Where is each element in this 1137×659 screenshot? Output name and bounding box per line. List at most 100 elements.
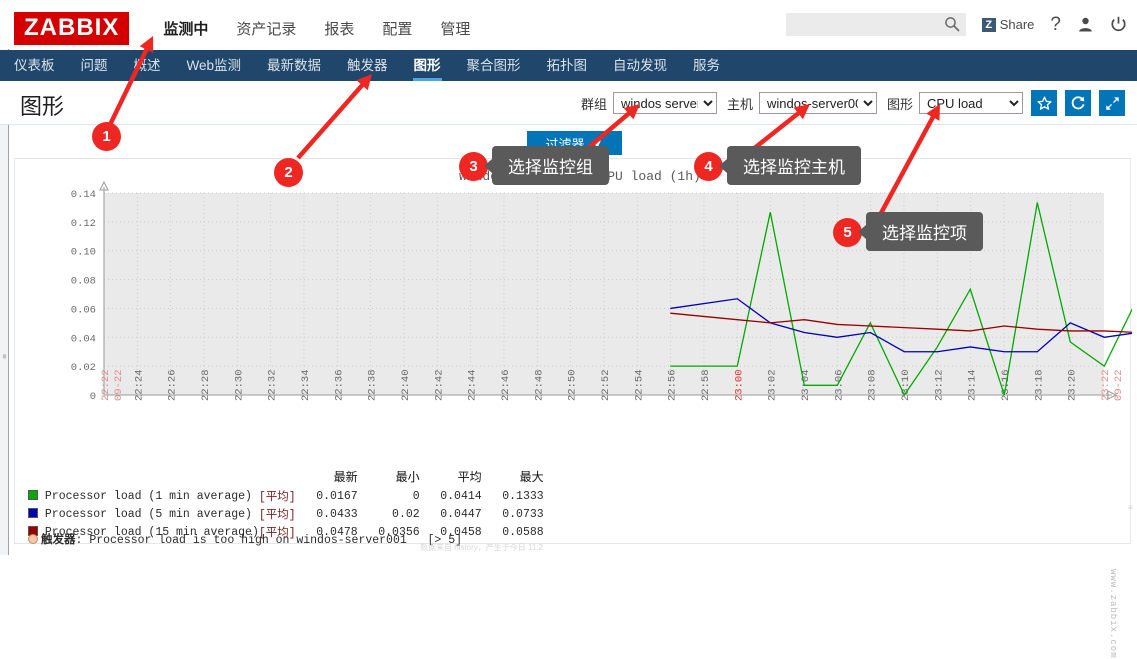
svg-text:0.08: 0.08 <box>71 276 96 288</box>
zabbix-logo[interactable]: ZABBIX <box>14 11 130 45</box>
subnav-item-problems[interactable]: 问题 <box>68 50 121 81</box>
trigger-dot-icon <box>28 534 38 544</box>
graph-selector-controls: 群组 windos server 主机 windos-server001 图形 … <box>571 90 1125 116</box>
svg-text:22:44: 22:44 <box>467 369 479 401</box>
host-select[interactable]: windos-server001 <box>758 92 877 114</box>
page-title: 图形 <box>20 94 65 119</box>
svg-text:22:42: 22:42 <box>433 369 445 401</box>
expand-fullscreen-icon[interactable] <box>1099 90 1125 116</box>
legend-header-min: 最小 <box>395 470 420 484</box>
svg-text:22:46: 22:46 <box>500 369 512 401</box>
legend-series-name-2: Processor load (5 min average) <box>44 507 252 521</box>
mainnav-item-reports[interactable]: 报表 <box>310 14 368 43</box>
left-strip-tiny-text: ≡≡ <box>1 354 7 358</box>
svg-text:22:38: 22:38 <box>367 369 379 401</box>
svg-text:22:30: 22:30 <box>233 369 245 401</box>
legend-max-3: 0.0588 <box>502 525 544 539</box>
subnav-item-latest-data[interactable]: 最新数据 <box>254 50 334 81</box>
main-navigation: 监测中 资产记录 报表 配置 管理 <box>149 14 484 43</box>
mainnav-item-configuration[interactable]: 配置 <box>368 14 426 43</box>
legend-spacer-name <box>28 468 259 488</box>
svg-text:0.12: 0.12 <box>71 218 96 230</box>
graph-select[interactable]: CPU load <box>919 92 1023 114</box>
svg-text:22:32: 22:32 <box>267 369 279 401</box>
annotation-callout-3: 选择监控组 <box>484 146 609 185</box>
legend-row: Processor load (1 min average) [平均] 0.01… <box>28 488 544 506</box>
legend-max-2: 0.0733 <box>502 507 544 521</box>
top-bar: ZABBIX 监测中 资产记录 报表 配置 管理 Z Share ? <box>0 7 1137 49</box>
legend-max-1: 0.1333 <box>502 489 544 503</box>
subnav-item-overview[interactable]: 概述 <box>121 50 174 81</box>
legend-header-max: 最大 <box>519 470 544 484</box>
annotation-badge-1: 1 <box>92 122 121 151</box>
svg-text:22:28: 22:28 <box>200 369 212 401</box>
page-header: 图形 群组 windos server 主机 windos-server001 … <box>0 81 1137 125</box>
search-container <box>785 13 966 36</box>
group-select[interactable]: windos server <box>612 92 717 114</box>
mainnav-item-administration[interactable]: 管理 <box>426 14 484 43</box>
svg-text:23:00: 23:00 <box>733 369 745 401</box>
subnav-item-maps[interactable]: 拓扑图 <box>534 50 601 81</box>
subnav-item-graphs[interactable]: 图形 <box>401 50 454 81</box>
annotation-callout-5: 选择监控项 <box>858 212 983 251</box>
svg-text:22:56: 22:56 <box>667 369 679 401</box>
subnav-item-dashboard[interactable]: 仪表板 <box>0 50 68 81</box>
vertical-scrollbar-thumb[interactable]: ≡ <box>1126 503 1135 529</box>
host-label: 主机 <box>726 96 753 112</box>
svg-text:0: 0 <box>90 391 96 403</box>
graph-label: 图形 <box>886 96 913 112</box>
subnav-item-triggers[interactable]: 触发器 <box>334 50 401 81</box>
legend-color-swatch-green <box>28 489 38 500</box>
legend-item-2: Processor load (5 min average) <box>28 506 259 524</box>
subnav-item-web[interactable]: Web监测 <box>174 50 255 81</box>
legend-last-1: 0.0167 <box>316 489 358 503</box>
trigger-text: Processor load is too high on windos-ser… <box>89 534 407 547</box>
share-label: Share <box>999 17 1035 32</box>
svg-text:22:40: 22:40 <box>400 369 412 401</box>
sub-navigation: 仪表板 问题 概述 Web监测 最新数据 触发器 图形 聚合图形 拓扑图 自动发… <box>0 50 1137 81</box>
power-icon[interactable] <box>1110 16 1127 33</box>
group-label: 群组 <box>580 96 607 112</box>
legend-item-1: Processor load (1 min average) <box>28 488 259 506</box>
legend-series-name-1: Processor load (1 min average) <box>44 489 252 503</box>
help-icon[interactable]: ? <box>1050 14 1061 36</box>
svg-text:23:22: 23:22 <box>1100 369 1112 401</box>
legend-last-2: 0.0433 <box>316 507 358 521</box>
favorite-star-icon[interactable] <box>1031 90 1057 116</box>
legend-row: Processor load (5 min average) [平均] 0.04… <box>28 506 544 524</box>
svg-text:23:10: 23:10 <box>900 369 912 401</box>
mainnav-item-inventory[interactable]: 资产记录 <box>222 14 310 43</box>
share-button[interactable]: Z Share <box>981 17 1035 32</box>
svg-text:22:22: 22:22 <box>100 369 112 401</box>
svg-text:22:58: 22:58 <box>700 369 712 401</box>
legend-avg-1: 0.0414 <box>440 489 482 503</box>
svg-text:0.06: 0.06 <box>71 304 96 316</box>
mainnav-item-monitoring[interactable]: 监测中 <box>149 14 222 43</box>
subnav-item-services[interactable]: 服务 <box>680 50 733 81</box>
subnav-item-screens[interactable]: 聚合图形 <box>454 50 534 81</box>
svg-text:23:14: 23:14 <box>967 369 979 401</box>
annotation-callout-4: 选择监控主机 <box>719 146 861 185</box>
legend-header-avg: 平均 <box>457 470 482 484</box>
search-icon[interactable] <box>944 16 960 32</box>
legend-spacer-agg <box>259 468 296 488</box>
zabbix-watermark: www.zabbix.com <box>1108 569 1118 659</box>
search-input[interactable] <box>785 13 966 36</box>
svg-text:0.14: 0.14 <box>71 189 96 201</box>
refresh-icon[interactable] <box>1065 90 1091 116</box>
legend-header-row: 最新 最小 平均 最大 <box>28 468 544 488</box>
top-bar-right-tools: Z Share ? <box>785 13 1127 36</box>
share-icon: Z <box>981 17 996 32</box>
legend-min-2: 0.02 <box>392 507 420 521</box>
svg-text:23:20: 23:20 <box>1067 369 1079 401</box>
legend-avg-2: 0.0447 <box>440 507 482 521</box>
svg-text:23:12: 23:12 <box>933 369 945 401</box>
subnav-item-discovery[interactable]: 自动发现 <box>600 50 680 81</box>
svg-text:23:18: 23:18 <box>1033 369 1045 401</box>
svg-text:0.10: 0.10 <box>71 247 96 259</box>
legend-agg-2: [平均] <box>258 509 296 522</box>
user-icon[interactable] <box>1077 16 1094 33</box>
legend-min-1: 0 <box>412 489 420 503</box>
svg-text:09-22: 09-22 <box>1113 369 1125 401</box>
svg-text:0.04: 0.04 <box>71 333 96 345</box>
